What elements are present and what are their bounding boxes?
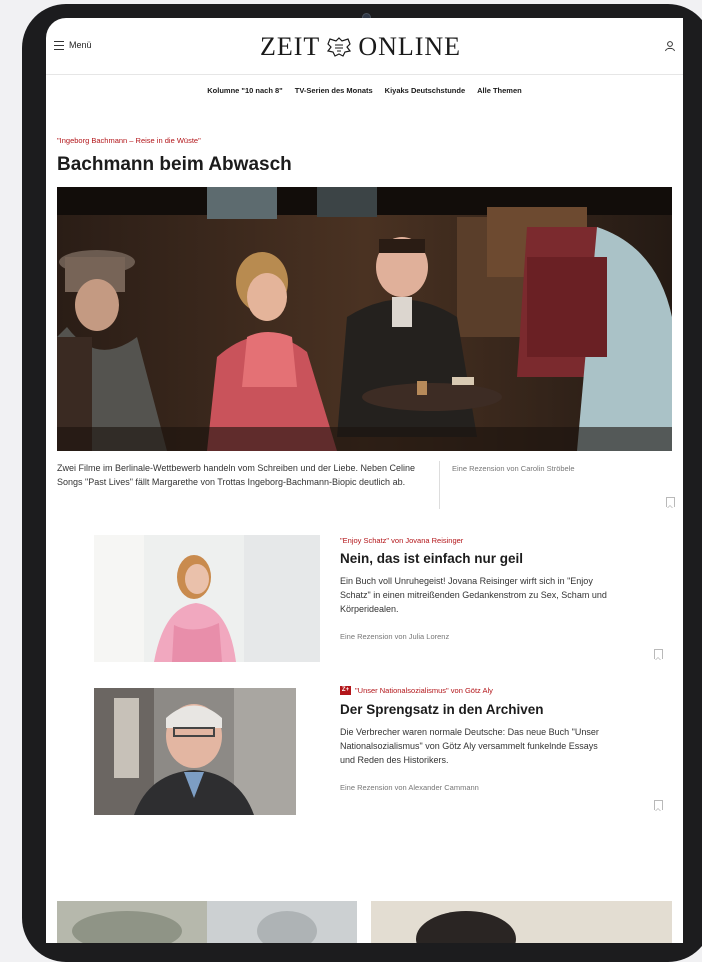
site-logo[interactable]: ZEIT ONLINE: [260, 32, 461, 62]
bookmark-icon[interactable]: [666, 497, 675, 508]
article-kicker-reisinger[interactable]: "Enjoy Schatz" von Jovana Reisinger: [340, 536, 463, 545]
article-author-reisinger: Eine Rezension von Julia Lorenz: [340, 632, 450, 641]
lead-image[interactable]: [57, 187, 672, 451]
nav-item-alle-themen[interactable]: Alle Themen: [477, 86, 522, 95]
zplus-badge: Z+: [340, 686, 351, 695]
lead-headline[interactable]: Bachmann beim Abwasch: [57, 154, 292, 176]
menu-label: Menü: [69, 40, 92, 50]
nav-item-deutschstunde[interactable]: Kiyaks Deutschstunde: [385, 86, 465, 95]
article-title-aly[interactable]: Der Sprengsatz in den Archiven: [340, 702, 544, 717]
next-article-image-right[interactable]: [371, 901, 672, 943]
user-account-icon[interactable]: [664, 40, 676, 52]
nav-item-tv-serien[interactable]: TV-Serien des Monats: [295, 86, 373, 95]
next-article-image-middle[interactable]: [207, 901, 357, 943]
lead-teaser[interactable]: Zwei Filme im Berlinale-Wettbewerb hande…: [57, 461, 422, 489]
eagle-logo-icon: [327, 37, 352, 57]
article-image-reisinger[interactable]: [94, 535, 320, 662]
menu-button[interactable]: Menü: [54, 40, 92, 50]
article-author-aly: Eine Rezension von Alexander Cammann: [340, 783, 479, 792]
article-kicker-text: "Unser Nationalsozialismus" von Götz Aly: [355, 686, 493, 695]
topic-navigation: Kolumne "10 nach 8" TV-Serien des Monats…: [46, 86, 683, 95]
article-kicker-text: "Enjoy Schatz" von Jovana Reisinger: [340, 536, 464, 545]
logo-word-right: ONLINE: [358, 32, 462, 61]
bookmark-icon[interactable]: [654, 800, 663, 811]
article-teaser-reisinger[interactable]: Ein Buch voll Unruhegeist! Jovana Reisin…: [340, 574, 615, 616]
article-teaser-aly[interactable]: Die Verbrecher waren normale Deutsche: D…: [340, 725, 615, 767]
teaser-divider: [439, 461, 440, 509]
browser-viewport: Menü ZEIT ONLINE Kolumne "10 nach 8" TV-…: [46, 18, 683, 943]
article-title-reisinger[interactable]: Nein, das ist einfach nur geil: [340, 551, 523, 566]
lead-kicker[interactable]: "Ingeborg Bachmann – Reise in die Wüste": [57, 136, 201, 145]
lead-author: Eine Rezension von Carolin Ströbele: [452, 464, 575, 473]
article-kicker-aly[interactable]: Z+ "Unser Nationalsozialismus" von Götz …: [340, 686, 493, 695]
article-image-aly[interactable]: [94, 688, 296, 815]
next-article-image-left[interactable]: [57, 901, 207, 943]
site-header: Menü ZEIT ONLINE: [46, 18, 683, 75]
bookmark-icon[interactable]: [654, 649, 663, 660]
hamburger-icon: [54, 40, 64, 50]
logo-word-left: ZEIT: [260, 32, 321, 61]
nav-item-kolumne[interactable]: Kolumne "10 nach 8": [207, 86, 282, 95]
